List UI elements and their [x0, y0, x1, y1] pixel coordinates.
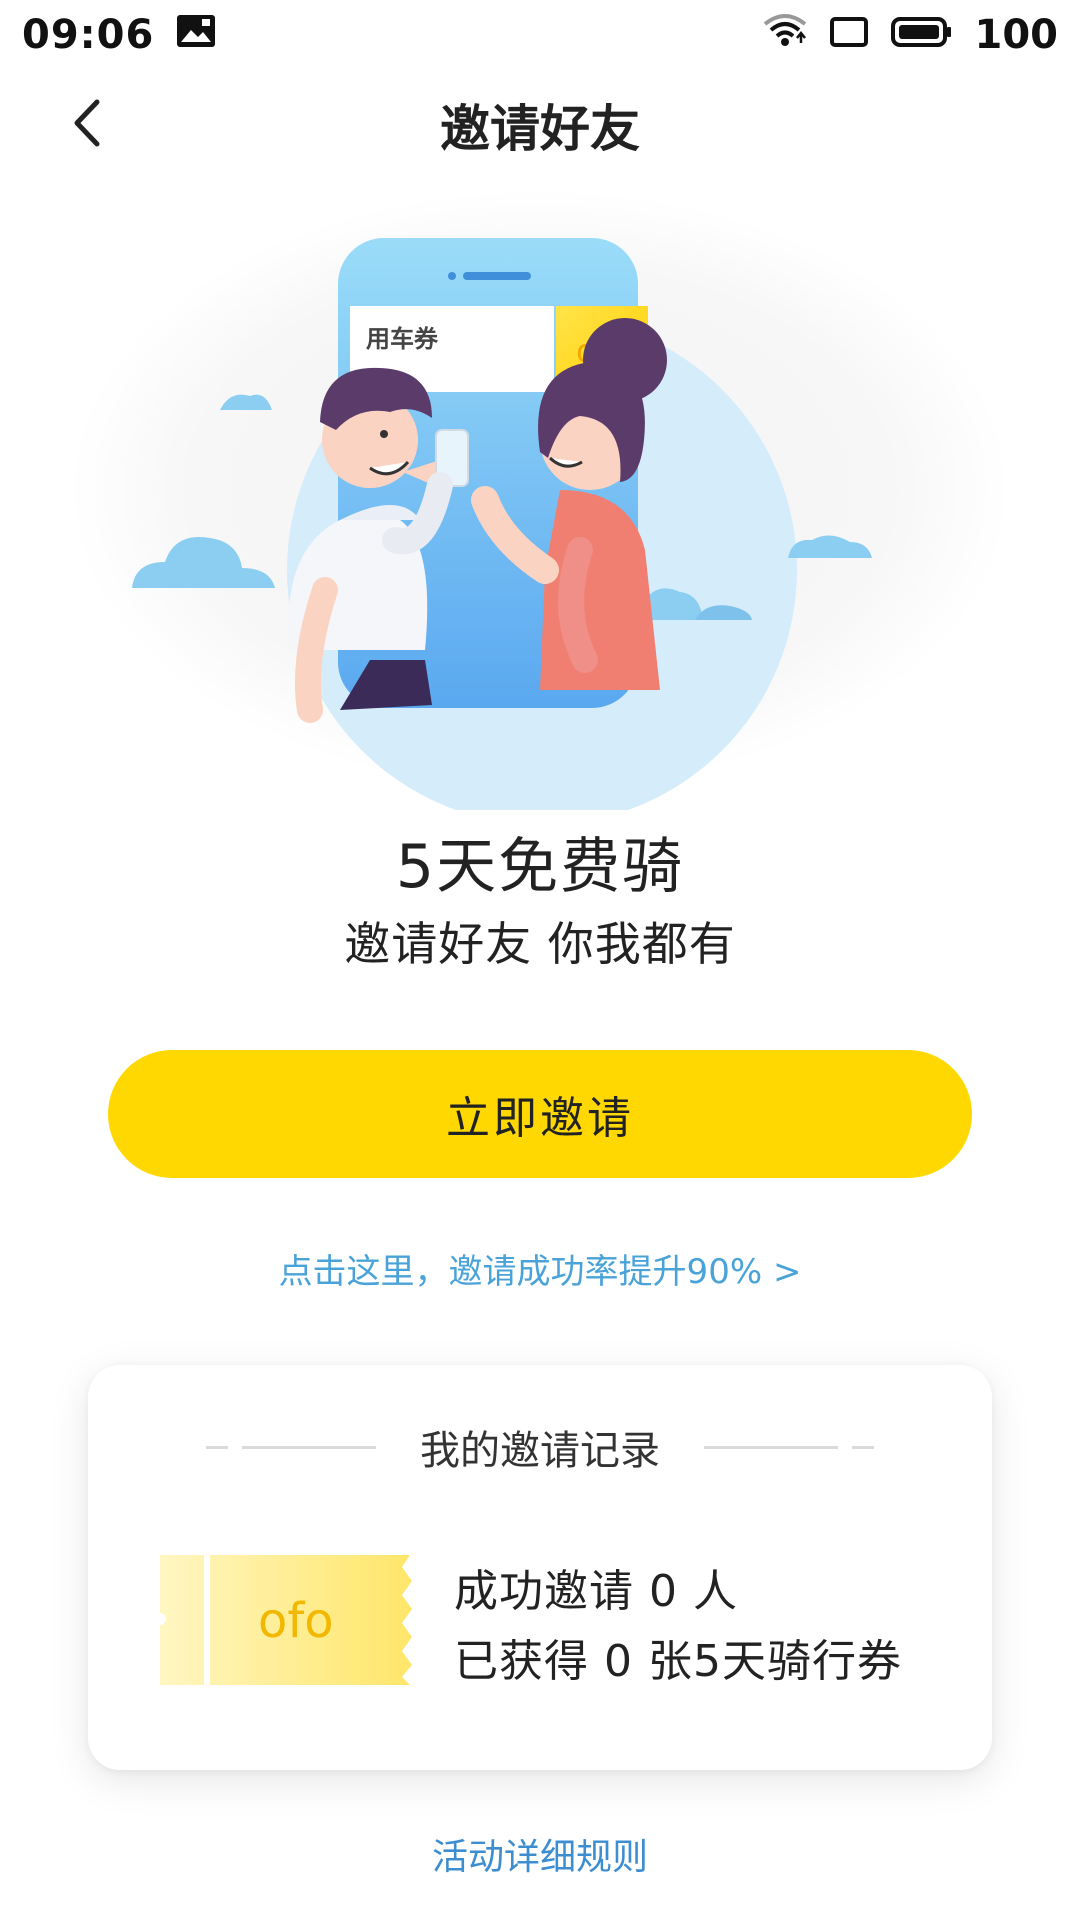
wifi-icon [763, 12, 807, 58]
hero-illustration: 用车券 ofo [40, 190, 1040, 825]
ofo-ticket-icon: ofo [160, 1555, 416, 1685]
status-bar: 09:06 100 [0, 0, 1080, 70]
status-time: 09:06 [22, 12, 155, 58]
divider-line [242, 1445, 376, 1449]
invite-record-card: 我的邀请记录 ofo 成功邀请 0 人 已获得 0 张5天骑行券 [88, 1365, 992, 1770]
invite-now-button[interactable]: 立即邀请 [108, 1050, 972, 1178]
page-title: 邀请好友 [440, 100, 640, 158]
image-notification-icon [176, 12, 216, 58]
success-rate-tip-link[interactable]: 点击这里，邀请成功率提升90% > [0, 1244, 1080, 1293]
screen-icon [829, 12, 869, 58]
coupons-earned: 已获得 0 张5天骑行券 [454, 1636, 902, 1687]
activity-rules-link[interactable]: 活动详细规则 [0, 1828, 1080, 1880]
divider-dash [852, 1445, 874, 1449]
record-title-row: 我的邀请记录 [158, 1417, 922, 1477]
invite-friends-screen: 09:06 100 邀请好友 用车券 5天免费骑 邀请好友 你我都有 立即邀请 … [0, 0, 1080, 1920]
battery-percentage: 100 [974, 12, 1059, 58]
promo-headline: 5天免费骑 [395, 832, 685, 902]
battery-icon [890, 12, 953, 58]
ticket-brand: ofo [258, 1593, 334, 1649]
back-button[interactable] [52, 90, 122, 160]
coupon-label: 用车券 [366, 325, 439, 353]
record-stats: 成功邀请 0 人 已获得 0 张5天骑行券 [454, 1557, 974, 1697]
nav-bar: 邀请好友 [0, 70, 1080, 180]
record-title: 我的邀请记录 [420, 1428, 660, 1474]
divider-line [704, 1445, 838, 1449]
success-invite-count: 成功邀请 0 人 [454, 1566, 738, 1617]
promo-subheadline: 邀请好友 你我都有 [344, 917, 736, 971]
divider-dash [206, 1445, 228, 1449]
chevron-left-icon [67, 98, 107, 152]
